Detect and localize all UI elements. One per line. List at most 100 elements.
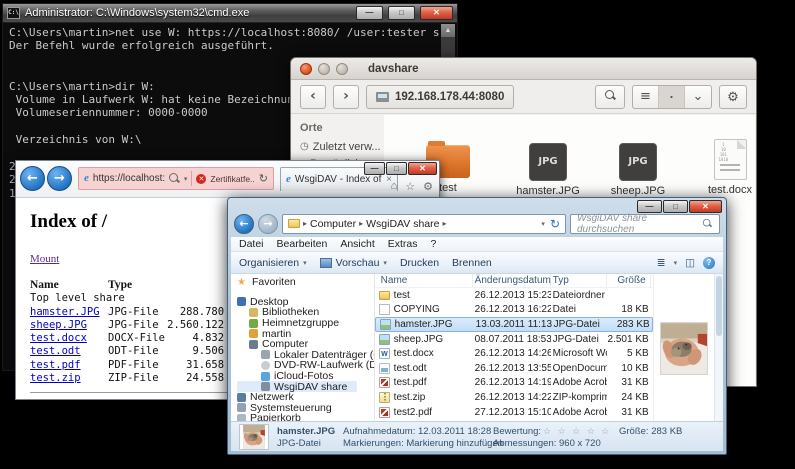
file-row-selected[interactable]: hamster.JPG 13.03.2011 11:13 JPG-Datei 2…: [375, 317, 653, 332]
rating-stars-icon[interactable]: ☆ ☆ ☆ ☆ ☆: [543, 426, 611, 437]
file-link[interactable]: test.docx: [30, 332, 87, 344]
menu-help[interactable]: ?: [431, 238, 437, 250]
minimize-button[interactable]: [318, 63, 330, 75]
view-options-button[interactable]: ⌄: [685, 86, 711, 108]
grid-item-image[interactable]: JPG hamster.JPG: [502, 141, 594, 197]
file-icon: [379, 304, 390, 315]
search-icon[interactable]: [169, 173, 180, 184]
menu-ansicht[interactable]: Ansicht: [340, 238, 374, 250]
burn-button[interactable]: Brennen: [452, 257, 492, 269]
minimize-button[interactable]: —: [637, 200, 662, 213]
home-icon[interactable]: ⌂: [391, 180, 398, 193]
sidebar-item-favoriten[interactable]: ★Favoriten: [237, 277, 374, 288]
hamster-thumbnail: [239, 424, 269, 450]
file-row[interactable]: test.docx 26.12.2013 14:26 Microsoft Wor…: [375, 346, 653, 361]
file-row[interactable]: test.odt 26.12.2013 13:55 OpenDocument T…: [375, 361, 653, 376]
forward-button[interactable]: ›: [333, 85, 359, 109]
column-date[interactable]: Änderungsdatum: [473, 274, 551, 287]
zip-file-icon: [379, 392, 390, 403]
mount-link[interactable]: Mount: [30, 253, 59, 265]
settings-gear-icon[interactable]: ⚙: [423, 180, 433, 193]
scroll-up-icon[interactable]: ▲: [441, 24, 455, 37]
grid-item-document[interactable]: 1101011010 test.docx: [684, 139, 776, 196]
menu-extras[interactable]: Extras: [388, 238, 418, 250]
preview-pane: [653, 274, 715, 421]
address-chip[interactable]: 192.168.178.44:8080: [366, 85, 514, 109]
grid-item-image[interactable]: JPG sheep.JPG: [592, 141, 684, 197]
file-row[interactable]: sheep.JPG 08.07.2011 18:53 JPG-Datei 2.5…: [375, 332, 653, 347]
sidebar-item-papierkorb[interactable]: Papierkorb: [237, 413, 374, 421]
maximize-button[interactable]: □: [386, 162, 407, 175]
breadcrumb-computer[interactable]: Computer: [310, 218, 356, 230]
list-scrollbar[interactable]: [714, 274, 723, 421]
menu-bearbeiten[interactable]: Bearbeiten: [277, 238, 328, 250]
close-button[interactable]: ✕: [420, 6, 453, 20]
minimize-button[interactable]: —: [364, 162, 385, 175]
maximize-button[interactable]: □: [388, 6, 415, 20]
caret-down-icon[interactable]: ▾: [184, 175, 188, 183]
column-name[interactable]: Name: [379, 274, 473, 287]
sidebar-item-heimnetzgruppe[interactable]: Heimnetzgruppe: [237, 318, 374, 329]
forward-button[interactable]: →: [47, 166, 72, 191]
file-link[interactable]: test.odt: [30, 345, 81, 357]
minimize-button[interactable]: —: [356, 6, 383, 20]
status-dimensions: Abmessungen: 960 x 720: [493, 438, 601, 449]
file-row[interactable]: test2.pdf 27.12.2013 15:10 Adobe Acrobat…: [375, 405, 653, 420]
help-icon[interactable]: ?: [703, 257, 715, 269]
command-bar: Organisieren ▾ Vorschau ▾ Drucken Brenne…: [231, 252, 723, 274]
file-link[interactable]: sheep.JPG: [30, 319, 87, 331]
caret-down-icon: ▾: [303, 259, 307, 267]
breadcrumb-wsgidav-share[interactable]: WsgiDAV share: [366, 218, 439, 230]
file-row[interactable]: test 26.12.2013 15:23 Dateiordner: [375, 288, 653, 303]
views-icon[interactable]: ≣: [657, 257, 666, 269]
certificate-error-button[interactable]: Zertifikatfe..: [210, 174, 254, 184]
favorites-star-icon[interactable]: ☆: [405, 180, 415, 193]
search-button[interactable]: [595, 85, 625, 109]
refresh-icon[interactable]: ↻: [550, 217, 560, 231]
address-breadcrumb[interactable]: ▸ Computer ▸ WsgiDAV share ▸ ▾ ↻: [282, 214, 566, 234]
preview-pane-icon[interactable]: ◫: [685, 257, 695, 269]
sidebar-item-recent[interactable]: ◷ Zuletzt verw...: [292, 138, 384, 155]
jpg-file-icon: JPG: [529, 143, 567, 181]
dvd-drive-icon: [261, 361, 270, 370]
list-view-button[interactable]: ≡: [633, 86, 659, 108]
file-row[interactable]: test.pdf 26.12.2013 14:19 Adobe Acrobat …: [375, 376, 653, 391]
file-type: ZIP-File: [108, 372, 166, 385]
close-button[interactable]: ✕: [689, 200, 722, 213]
cmd-line: C:\Users\martin>net use W: https://local…: [9, 26, 436, 39]
back-button[interactable]: ←: [20, 166, 45, 191]
search-box[interactable]: WsgiDAV share durchsuchen: [570, 214, 720, 234]
grid-view-button[interactable]: [659, 86, 685, 108]
file-link[interactable]: hamster.JPG: [30, 306, 100, 318]
nautilus-titlebar[interactable]: davshare: [291, 58, 756, 80]
address-bar[interactable]: e https://localhost:8080/ ▾ ✕ Zertifikat…: [78, 167, 274, 190]
status-tags[interactable]: Markierungen: Markierung hinzufügen: [343, 438, 503, 449]
column-type[interactable]: Typ: [551, 274, 607, 287]
column-size[interactable]: Größe: [607, 274, 651, 287]
menu-datei[interactable]: Datei: [239, 238, 264, 250]
gear-button[interactable]: ⚙: [719, 85, 747, 109]
close-button[interactable]: [300, 63, 312, 75]
close-button[interactable]: ✕: [408, 162, 437, 175]
file-link[interactable]: test.pdf: [30, 359, 81, 371]
back-button[interactable]: ‹: [300, 85, 326, 109]
cmd-titlebar[interactable]: C:\ Administrator: C:\Windows\system32\c…: [3, 4, 457, 23]
forward-button[interactable]: →: [258, 214, 278, 234]
maximize-button[interactable]: [336, 63, 348, 75]
file-link[interactable]: test.zip: [30, 372, 81, 384]
control-panel-icon: [237, 403, 246, 412]
maximize-button[interactable]: □: [663, 200, 688, 213]
caret-down-icon: ▾: [383, 259, 387, 267]
view-switcher: ≡ ⌄: [632, 85, 712, 109]
print-button[interactable]: Drucken: [400, 257, 439, 269]
refresh-icon[interactable]: ↻: [259, 172, 268, 185]
file-row[interactable]: COPYING 26.12.2013 16:22 Datei 18 KB: [375, 303, 653, 318]
caret-down-icon[interactable]: ▾: [674, 259, 678, 267]
file-row[interactable]: test.zip 26.12.2013 14:22 ZIP-komprimier…: [375, 390, 653, 405]
scroll-thumb[interactable]: [716, 276, 722, 336]
address-dropdown-icon[interactable]: ▾: [541, 220, 545, 228]
organize-button[interactable]: Organisieren ▾: [239, 257, 307, 269]
url-text[interactable]: https://localhost:8080/: [93, 173, 165, 184]
back-button[interactable]: ←: [234, 214, 254, 234]
preview-button[interactable]: Vorschau ▾: [320, 257, 387, 269]
